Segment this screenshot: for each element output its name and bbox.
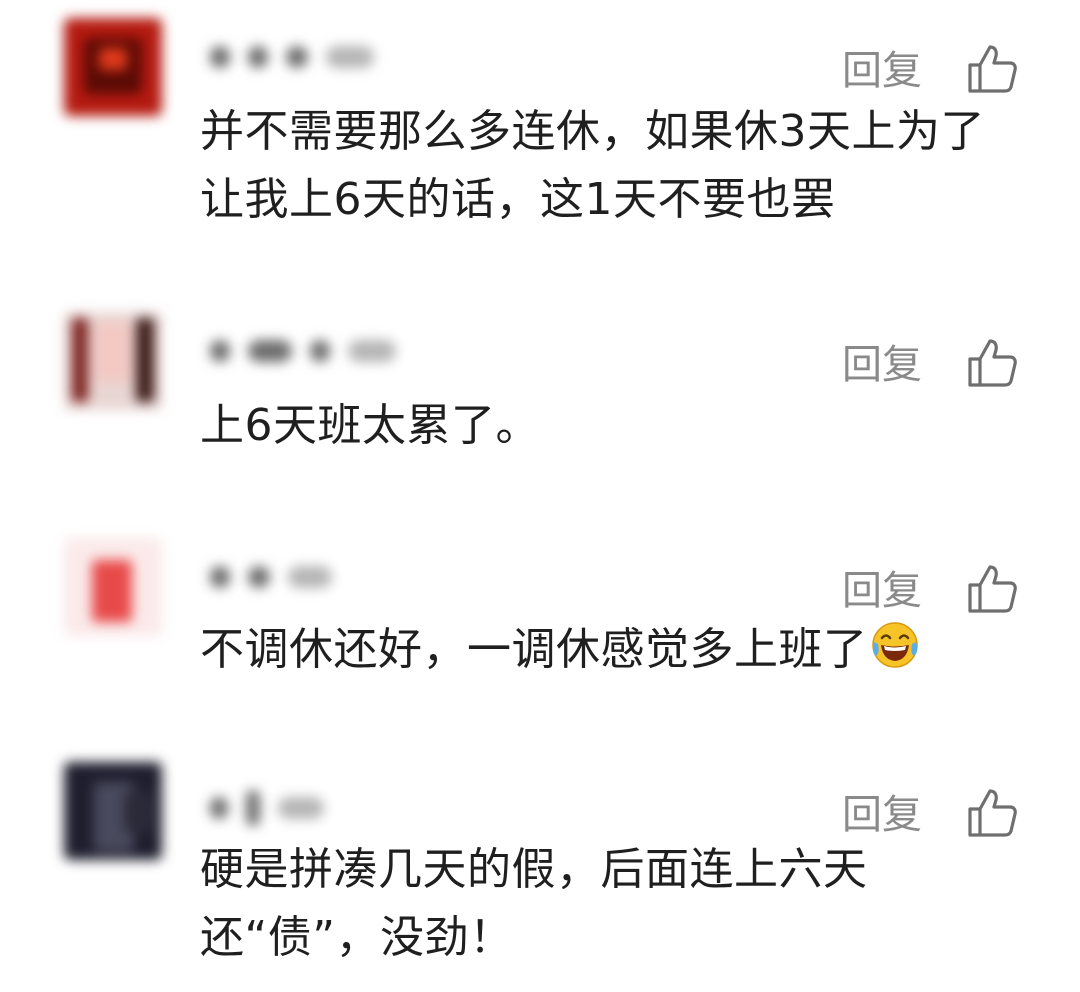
comment-text: 上6天班太累了。 bbox=[200, 400, 540, 451]
reply-button[interactable]: 回复 bbox=[842, 568, 922, 614]
comment-text: 硬是拼凑几天的假，后面连上六天还“债”，没劲！ bbox=[200, 844, 868, 963]
thumbs-up-icon[interactable] bbox=[966, 43, 1018, 95]
comment-item: 回复 不调休还好，一调休感觉多上班了 bbox=[0, 538, 1080, 698]
username-blurred bbox=[210, 790, 342, 830]
username-blurred bbox=[210, 566, 350, 606]
comment-item: 回复 并不需要那么多连休，如果休3天上为了让我上6天的话，这1天不要也罢 bbox=[0, 18, 1080, 258]
comment-item: 回复 硬是拼凑几天的假，后面连上六天还“债”，没劲！ bbox=[0, 762, 1080, 992]
comment-text: 并不需要那么多连休，如果休3天上为了让我上6天的话，这1天不要也罢 bbox=[200, 106, 985, 225]
avatar[interactable] bbox=[64, 538, 162, 636]
avatar[interactable] bbox=[64, 762, 162, 860]
comment-text: 不调休还好，一调休感觉多上班了 bbox=[200, 616, 1020, 684]
comment-text-body: 不调休还好，一调休感觉多上班了 bbox=[200, 624, 868, 675]
avatar[interactable] bbox=[64, 312, 162, 410]
thumbs-up-icon[interactable] bbox=[966, 563, 1018, 615]
username-blurred bbox=[210, 46, 392, 86]
username-blurred bbox=[210, 340, 414, 380]
reply-button[interactable]: 回复 bbox=[842, 792, 922, 838]
comment-item: 回复 上6天班太累了。 bbox=[0, 312, 1080, 472]
laughing-tears-emoji-icon bbox=[871, 622, 918, 668]
avatar[interactable] bbox=[64, 18, 162, 116]
reply-button[interactable]: 回复 bbox=[842, 342, 922, 388]
reply-button[interactable]: 回复 bbox=[842, 48, 922, 94]
thumbs-up-icon[interactable] bbox=[966, 337, 1018, 389]
thumbs-up-icon[interactable] bbox=[966, 787, 1018, 839]
